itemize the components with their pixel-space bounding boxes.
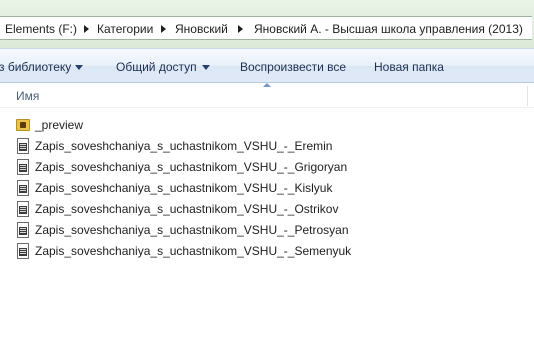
- breadcrumb-current-folder[interactable]: Яновский А. - Высшая школа управления (2…: [254, 21, 523, 37]
- new-folder-button[interactable]: Новая папка: [374, 59, 444, 75]
- list-item-folder[interactable]: _preview: [15, 116, 415, 134]
- file-name: Zapis_soveshchaniya_s_uchastnikom_VSHU_-…: [35, 139, 333, 153]
- column-divider[interactable]: [527, 86, 528, 106]
- video-file-icon: [15, 201, 31, 217]
- file-name: Zapis_soveshchaniya_s_uchastnikom_VSHU_-…: [35, 181, 333, 195]
- address-bar[interactable]: Elements (F:) Категории Яновский Яновски…: [0, 16, 532, 40]
- sort-ascending-icon: [263, 83, 271, 87]
- file-name: _preview: [35, 118, 84, 132]
- file-name: Zapis_soveshchaniya_s_uchastnikom_VSHU_-…: [35, 244, 352, 258]
- file-name: Zapis_soveshchaniya_s_uchastnikom_VSHU_-…: [35, 160, 348, 174]
- breadcrumb-categories[interactable]: Категории: [97, 21, 153, 37]
- breadcrumb-separator-icon[interactable]: [159, 21, 169, 37]
- play-all-button[interactable]: Воспроизвести все: [240, 59, 346, 75]
- breadcrumb-drive[interactable]: Elements (F:): [5, 21, 77, 37]
- address-bar-area: Elements (F:) Категории Яновский Яновски…: [0, 0, 534, 48]
- file-name: Zapis_soveshchaniya_s_uchastnikom_VSHU_-…: [35, 223, 349, 237]
- list-item-file[interactable]: Zapis_soveshchaniya_s_uchastnikom_VSHU_-…: [15, 158, 415, 176]
- breadcrumb-separator-icon[interactable]: [82, 21, 92, 37]
- video-file-icon: [15, 138, 31, 154]
- list-item-file[interactable]: Zapis_soveshchaniya_s_uchastnikom_VSHU_-…: [15, 179, 415, 197]
- file-name: Zapis_soveshchaniya_s_uchastnikom_VSHU_-…: [35, 202, 339, 216]
- column-header: Имя: [0, 83, 534, 108]
- share-button[interactable]: Общий доступ: [116, 59, 197, 75]
- add-to-library-dropdown-icon[interactable]: [75, 65, 83, 70]
- list-item-file[interactable]: Zapis_soveshchaniya_s_uchastnikom_VSHU_-…: [15, 137, 415, 155]
- breadcrumb-yanovsky[interactable]: Яновский: [175, 21, 228, 37]
- video-file-icon: [15, 159, 31, 175]
- column-header-name[interactable]: Имя: [16, 89, 39, 103]
- video-file-icon: [15, 243, 31, 259]
- add-to-library-button[interactable]: з библиотеку: [0, 59, 71, 75]
- command-toolbar: з библиотеку Общий доступ Воспроизвести …: [0, 48, 534, 83]
- video-file-icon: [15, 180, 31, 196]
- list-item-file[interactable]: Zapis_soveshchaniya_s_uchastnikom_VSHU_-…: [15, 242, 415, 260]
- list-item-file[interactable]: Zapis_soveshchaniya_s_uchastnikom_VSHU_-…: [15, 200, 415, 218]
- folder-icon: [15, 117, 31, 133]
- list-item-file[interactable]: Zapis_soveshchaniya_s_uchastnikom_VSHU_-…: [15, 221, 415, 239]
- share-dropdown-icon[interactable]: [202, 65, 210, 70]
- breadcrumb-separator-icon[interactable]: [236, 21, 246, 37]
- video-file-icon: [15, 222, 31, 238]
